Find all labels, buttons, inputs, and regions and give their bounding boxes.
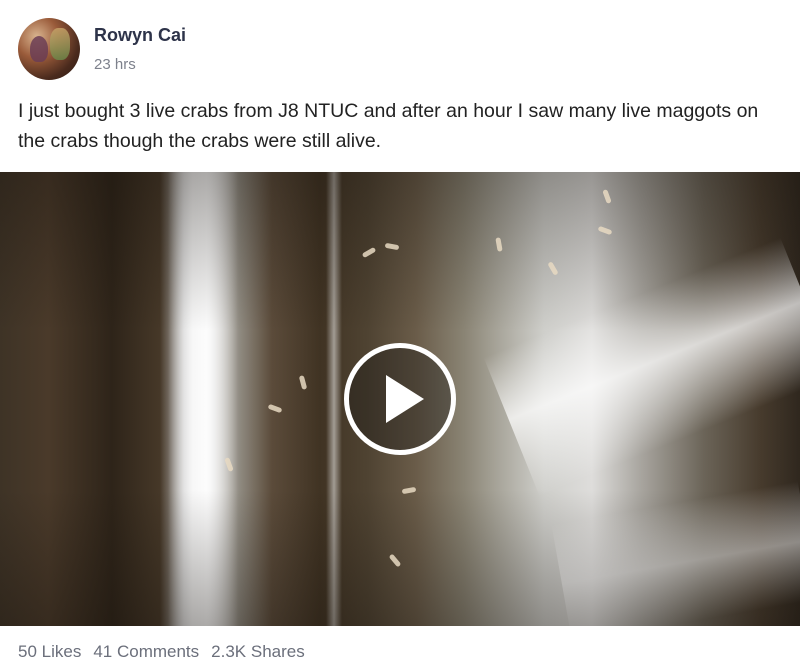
likes-count[interactable]: 50 Likes: [18, 640, 81, 664]
video-player[interactable]: [0, 172, 800, 626]
post-stats: 50 Likes 41 Comments 2.3K Shares: [18, 640, 305, 664]
author-name[interactable]: Rowyn Cai: [94, 24, 186, 46]
facebook-post: Rowyn Cai 23 hrs I just bought 3 live cr…: [0, 0, 800, 671]
avatar[interactable]: [18, 18, 80, 80]
play-button[interactable]: [344, 343, 456, 455]
post-meta: Rowyn Cai 23 hrs: [94, 18, 186, 74]
post-header: Rowyn Cai 23 hrs: [18, 18, 186, 82]
play-icon: [386, 375, 424, 423]
post-text: I just bought 3 live crabs from J8 NTUC …: [18, 100, 759, 152]
comments-count[interactable]: 41 Comments: [93, 640, 199, 664]
post-timestamp[interactable]: 23 hrs: [94, 56, 186, 74]
shares-count[interactable]: 2.3K Shares: [211, 640, 305, 664]
